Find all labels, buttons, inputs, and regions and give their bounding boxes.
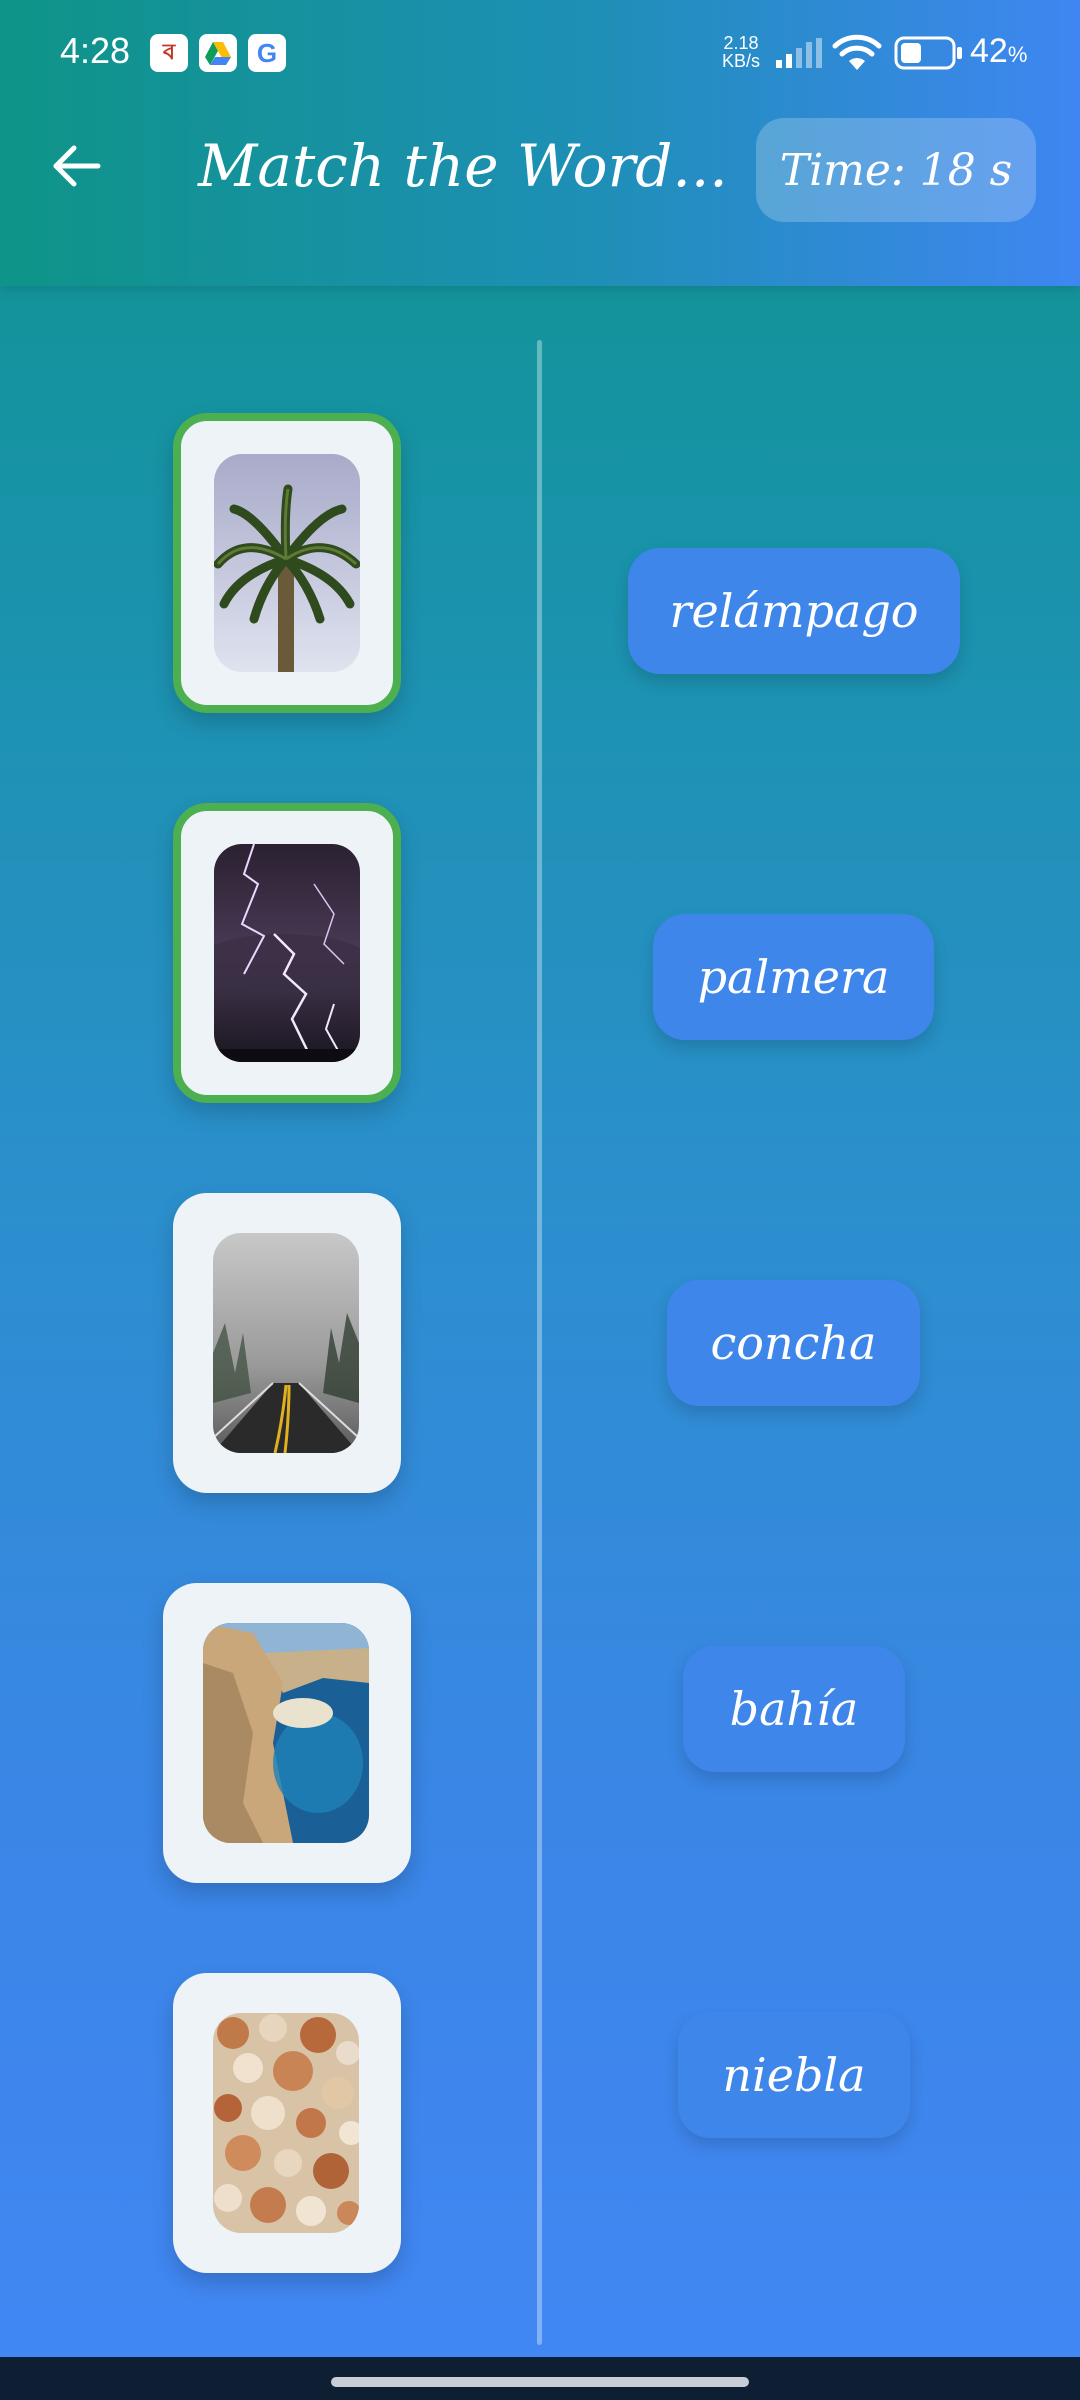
bengali-app-icon: ব (150, 34, 188, 72)
word-button-bahia[interactable]: bahía (683, 1646, 905, 1772)
network-speed-value: 2.18 (723, 33, 759, 53)
shells-image (213, 2013, 359, 2233)
word-button-palmera[interactable]: palmera (653, 914, 934, 1040)
google-icon: G (248, 34, 286, 72)
image-card-fog-road[interactable] (173, 1193, 401, 1493)
image-card-lightning[interactable] (173, 803, 401, 1103)
bay-image (203, 1623, 369, 1843)
wifi-icon (832, 34, 882, 76)
battery-percent-unit: % (1007, 42, 1028, 67)
fog-road-image (213, 1233, 359, 1453)
timer-badge: Time: 18 s (756, 118, 1036, 222)
palm-tree-image (214, 454, 360, 672)
network-speed: 2.18 KB/s (722, 34, 760, 70)
lightning-image (214, 844, 360, 1062)
back-button[interactable] (40, 130, 112, 202)
word-button-concha[interactable]: concha (667, 1280, 920, 1406)
battery-icon (894, 36, 964, 74)
home-indicator[interactable] (331, 2377, 749, 2387)
status-bar: 4:28 ব G 2.18 KB/s 42% (0, 0, 1080, 108)
image-card-palm-tree[interactable] (173, 413, 401, 713)
google-drive-icon (199, 34, 237, 72)
image-card-shells[interactable] (173, 1973, 401, 2273)
battery-percent-value: 42 (970, 32, 1008, 70)
network-speed-unit: KB/s (722, 51, 761, 71)
arrow-left-icon (53, 145, 101, 187)
status-time: 4:28 (60, 30, 131, 71)
battery-percent: 42% (970, 32, 1027, 71)
word-button-relampago[interactable]: relámpago (628, 548, 960, 674)
app-header: 4:28 ব G 2.18 KB/s 42% Match the Word...… (0, 0, 1080, 286)
word-button-niebla[interactable]: niebla (678, 2012, 910, 2138)
system-nav-bar (0, 2357, 1080, 2400)
match-game-screen: 4:28 ব G 2.18 KB/s 42% Match the Word...… (0, 0, 1080, 2400)
signal-icon (776, 38, 822, 72)
image-card-bay[interactable] (163, 1583, 411, 1883)
column-divider (537, 340, 542, 2345)
page-title: Match the Word... (198, 132, 728, 200)
